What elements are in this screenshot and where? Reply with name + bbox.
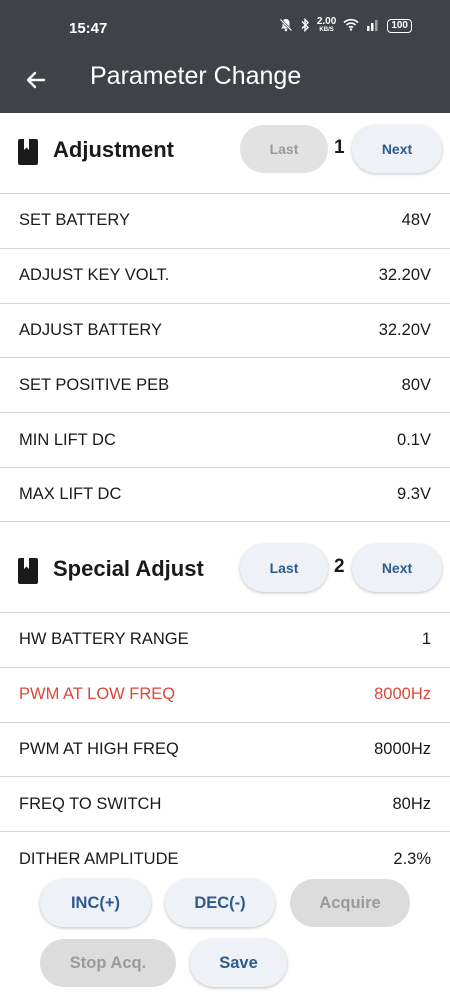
param-row[interactable]: DITHER AMPLITUDE 2.3%	[0, 831, 450, 886]
param-row[interactable]: FREQ TO SWITCH 80Hz	[0, 776, 450, 831]
net-speed: 2.00 KB/S	[317, 17, 336, 35]
stop-acq-button[interactable]: Stop Acq.	[40, 939, 176, 987]
param-name: ADJUST KEY VOLT.	[19, 266, 170, 285]
param-list-special-adjust: HW BATTERY RANGE 1 PWM AT LOW FREQ 8000H…	[0, 612, 450, 886]
bluetooth-icon	[300, 17, 310, 35]
save-button[interactable]: Save	[190, 939, 287, 987]
battery-icon: 100	[387, 19, 412, 33]
arrow-left-icon	[26, 71, 46, 89]
last-button[interactable]: Last	[240, 125, 328, 173]
book-icon	[18, 139, 38, 165]
section-header-adjustment: Adjustment Last 1 Next	[0, 113, 450, 193]
section-title: Adjustment	[53, 137, 174, 162]
dec-button[interactable]: DEC(-)	[165, 879, 275, 927]
param-name: ADJUST BATTERY	[19, 320, 163, 339]
last-button[interactable]: Last	[240, 544, 328, 592]
param-value: 2.3%	[393, 849, 431, 868]
param-name: SET POSITIVE PEB	[19, 375, 170, 394]
param-name: SET BATTERY	[19, 211, 130, 230]
param-name: PWM AT LOW FREQ	[19, 685, 176, 704]
next-button[interactable]: Next	[352, 544, 442, 592]
next-button[interactable]: Next	[352, 125, 442, 173]
signal-icon	[366, 18, 380, 34]
param-row[interactable]: MAX LIFT DC 9.3V	[0, 466, 450, 522]
param-list-adjustment: SET BATTERY 48V ADJUST KEY VOLT. 32.20V …	[0, 193, 450, 522]
acquire-button[interactable]: Acquire	[290, 879, 410, 927]
param-row[interactable]: ADJUST KEY VOLT. 32.20V	[0, 247, 450, 303]
status-time: 15:47	[69, 20, 108, 37]
net-speed-value: 2.00	[316, 16, 337, 27]
param-value: 32.20V	[378, 320, 431, 339]
param-value: 8000Hz	[374, 685, 431, 704]
param-row[interactable]: HW BATTERY RANGE 1	[0, 612, 450, 667]
status-bar: 15:47 2.00 KB/S 100	[0, 0, 450, 56]
net-speed-unit: KB/S	[319, 27, 334, 33]
param-name: HW BATTERY RANGE	[19, 630, 189, 649]
param-row[interactable]: PWM AT HIGH FREQ 8000Hz	[0, 721, 450, 777]
param-row[interactable]: SET BATTERY 48V	[0, 193, 450, 248]
bell-off-icon	[279, 18, 293, 35]
param-name: FREQ TO SWITCH	[19, 794, 162, 813]
book-icon	[18, 558, 38, 584]
param-value: 32.20V	[378, 266, 431, 285]
param-row[interactable]: MIN LIFT DC 0.1V	[0, 412, 450, 467]
param-name: DITHER AMPLITUDE	[19, 849, 179, 868]
param-value: 9.3V	[397, 484, 431, 503]
param-value: 1	[421, 630, 431, 649]
status-icons: 2.00 KB/S 100	[279, 17, 412, 35]
param-value: 0.1V	[397, 430, 431, 449]
param-row[interactable]: ADJUST BATTERY 32.20V	[0, 302, 450, 358]
param-name: MAX LIFT DC	[19, 484, 122, 503]
page-number: 1	[334, 137, 345, 158]
param-row-selected[interactable]: PWM AT LOW FREQ 8000Hz	[0, 666, 450, 722]
param-value: 8000Hz	[374, 739, 431, 758]
page-number: 2	[334, 556, 345, 577]
param-name: PWM AT HIGH FREQ	[19, 739, 179, 758]
app-bar: Parameter Change	[0, 56, 450, 113]
param-value: 80V	[401, 375, 431, 394]
param-row[interactable]: SET POSITIVE PEB 80V	[0, 357, 450, 412]
param-name: MIN LIFT DC	[19, 430, 116, 449]
param-value: 48V	[401, 211, 431, 230]
section-header-special-adjust: Special Adjust Last 2 Next	[0, 532, 450, 612]
page-title: Parameter Change	[90, 62, 302, 90]
param-value: 80Hz	[392, 794, 431, 813]
back-button[interactable]	[18, 62, 54, 98]
inc-button[interactable]: INC(+)	[40, 879, 151, 927]
wifi-icon	[343, 18, 359, 34]
section-title: Special Adjust	[53, 556, 204, 581]
